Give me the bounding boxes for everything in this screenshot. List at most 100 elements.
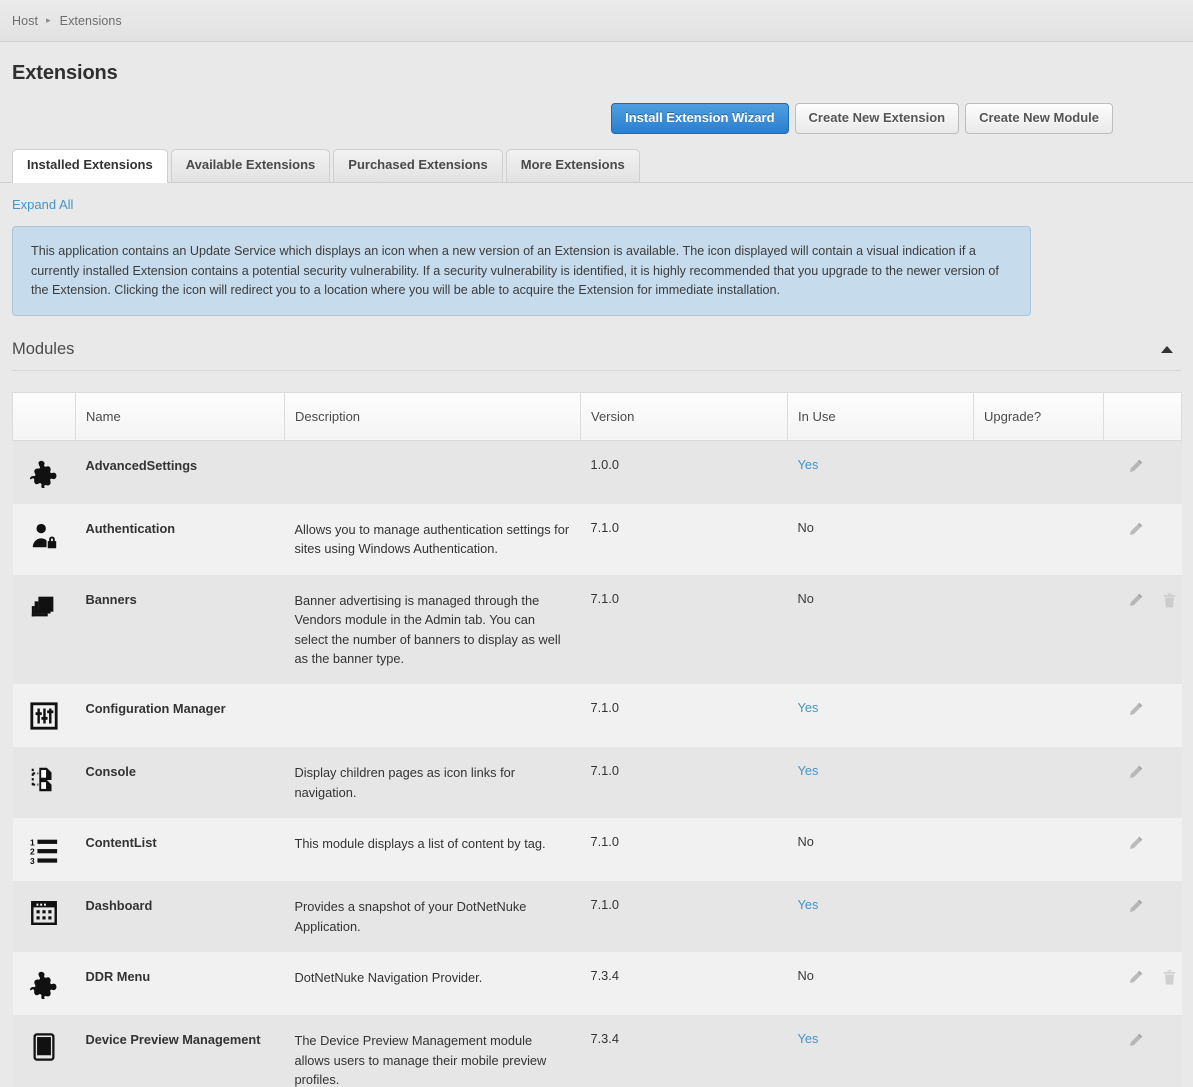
edit-pencil-icon[interactable] xyxy=(1127,898,1144,915)
create-new-extension-button[interactable]: Create New Extension xyxy=(794,103,960,135)
in-use-yes-link[interactable]: Yes xyxy=(798,897,819,912)
module-description: Banner advertising is managed through th… xyxy=(284,574,581,685)
module-in-use-cell: No xyxy=(787,574,974,685)
module-description: The Device Preview Management module all… xyxy=(284,1015,581,1087)
module-version: 7.1.0 xyxy=(580,881,788,953)
delete-trash-icon[interactable] xyxy=(1161,969,1178,986)
column-header-upgrade[interactable]: Upgrade? xyxy=(973,391,1104,441)
module-icon-cell xyxy=(12,881,76,953)
table-row[interactable]: Configuration Manager 7.1.0 Yes xyxy=(12,684,1182,748)
chevron-up-icon[interactable] xyxy=(1161,345,1173,353)
extensions-tab-bar: Installed Extensions Available Extension… xyxy=(0,149,1193,184)
module-in-use-cell: Yes xyxy=(787,684,974,748)
in-use-yes-link[interactable]: Yes xyxy=(798,763,819,778)
row-action-icons xyxy=(1114,834,1172,852)
module-actions-cell xyxy=(1103,440,1182,504)
table-row[interactable]: Device Preview Management The Device Prev… xyxy=(12,1015,1182,1087)
module-actions-cell xyxy=(1103,818,1182,882)
edit-pencil-icon[interactable] xyxy=(1127,1032,1144,1049)
edit-pencil-icon[interactable] xyxy=(1127,701,1144,718)
edit-pencil-icon[interactable] xyxy=(1127,521,1144,538)
module-upgrade-cell xyxy=(973,818,1104,882)
create-new-module-button[interactable]: Create New Module xyxy=(965,103,1113,135)
module-version: 7.1.0 xyxy=(580,574,788,685)
module-description xyxy=(284,440,581,504)
svg-text:3: 3 xyxy=(30,856,35,865)
table-row[interactable]: AdvancedSettings 1.0.0 Yes xyxy=(12,440,1182,504)
update-service-notice: This application contains an Update Serv… xyxy=(12,226,1031,316)
column-header-in-use[interactable]: In Use xyxy=(787,391,974,441)
modules-section-title: Modules xyxy=(12,339,75,358)
expand-all-container: Expand All xyxy=(0,183,1193,224)
row-action-icons xyxy=(1114,763,1172,781)
column-header-description[interactable]: Description xyxy=(284,391,581,441)
edit-pencil-icon[interactable] xyxy=(1127,458,1144,475)
edit-pencil-icon[interactable] xyxy=(1127,835,1144,852)
module-upgrade-cell xyxy=(973,574,1104,685)
tab-more-extensions[interactable]: More Extensions xyxy=(505,149,640,183)
page-title: Extensions xyxy=(12,62,118,84)
edit-pencil-icon[interactable] xyxy=(1127,592,1144,609)
tab-installed-extensions[interactable]: Installed Extensions xyxy=(12,149,168,184)
table-row[interactable]: Banners Banner advertising is managed thr… xyxy=(12,574,1182,685)
module-version: 7.3.4 xyxy=(580,952,788,1016)
breadcrumb-separator-icon: ▸ xyxy=(46,15,51,25)
update-service-notice-text: This application contains an Update Serv… xyxy=(31,244,999,298)
breadcrumb-item-extensions[interactable]: Extensions xyxy=(60,14,122,28)
module-name[interactable]: AdvancedSettings xyxy=(75,440,285,504)
row-action-icons xyxy=(1114,457,1172,475)
table-row[interactable]: DDR Menu DotNetNuke Navigation Provider. 7… xyxy=(12,952,1182,1016)
table-row[interactable]: Dashboard Provides a snapshot of your Dot… xyxy=(12,881,1182,953)
in-use-yes-link[interactable]: Yes xyxy=(798,457,819,472)
module-version: 7.1.0 xyxy=(580,818,788,882)
module-actions-cell xyxy=(1103,881,1182,953)
module-icon-cell xyxy=(12,684,76,748)
row-action-icons xyxy=(1114,968,1175,986)
row-action-icons xyxy=(1114,700,1172,718)
module-name[interactable]: DDR Menu xyxy=(75,952,285,1016)
module-upgrade-cell xyxy=(973,503,1104,575)
column-header-version[interactable]: Version xyxy=(580,391,788,441)
install-extension-wizard-button[interactable]: Install Extension Wizard xyxy=(611,103,789,135)
modules-section-header[interactable]: Modules xyxy=(12,340,1181,371)
module-name[interactable]: ContentList xyxy=(75,818,285,882)
edit-pencil-icon[interactable] xyxy=(1127,764,1144,781)
module-version: 1.0.0 xyxy=(580,440,788,504)
module-name[interactable]: Configuration Manager xyxy=(75,684,285,748)
table-row[interactable]: 1 2 3 ContentList This module displays a lis… xyxy=(12,818,1182,882)
tab-purchased-extensions[interactable]: Purchased Extensions xyxy=(333,149,503,183)
module-name[interactable]: Authentication xyxy=(75,503,285,575)
edit-pencil-icon[interactable] xyxy=(1127,969,1144,986)
in-use-no-label: No xyxy=(797,968,814,984)
module-name[interactable]: Device Preview Management xyxy=(75,1015,285,1087)
module-icon-cell xyxy=(12,747,76,819)
tab-available-extensions[interactable]: Available Extensions xyxy=(170,149,331,183)
module-icon-cell xyxy=(12,952,76,1016)
module-version: 7.1.0 xyxy=(580,747,788,819)
module-actions-cell xyxy=(1103,574,1182,685)
in-use-yes-link[interactable]: Yes xyxy=(798,1031,819,1046)
row-action-icons xyxy=(1114,520,1172,538)
table-row[interactable]: Console Display children pages as icon li… xyxy=(12,747,1182,819)
module-name[interactable]: Dashboard xyxy=(75,881,285,953)
in-use-yes-link[interactable]: Yes xyxy=(798,700,819,715)
module-name[interactable]: Banners xyxy=(75,574,285,685)
module-actions-cell xyxy=(1103,747,1182,819)
sliders-icon xyxy=(29,701,59,731)
module-name[interactable]: Console xyxy=(75,747,285,819)
breadcrumb-item-host[interactable]: Host xyxy=(12,14,38,28)
module-actions-cell xyxy=(1103,1015,1182,1087)
module-description: Provides a snapshot of your DotNetNuke A… xyxy=(284,881,581,953)
in-use-no-label: No xyxy=(797,834,814,850)
module-upgrade-cell xyxy=(973,440,1104,504)
column-header-name[interactable]: Name xyxy=(75,391,285,441)
module-upgrade-cell xyxy=(973,952,1104,1016)
module-icon-cell: 123 xyxy=(12,818,76,882)
module-actions-cell xyxy=(1103,952,1182,1016)
table-row[interactable]: Authentication Allows you to manage authe… xyxy=(12,503,1182,575)
module-in-use-cell: No xyxy=(787,952,974,1016)
in-use-no-label: No xyxy=(797,590,814,606)
module-icon-cell xyxy=(12,574,76,685)
delete-trash-icon[interactable] xyxy=(1161,592,1178,609)
expand-all-link[interactable]: Expand All xyxy=(12,197,73,212)
